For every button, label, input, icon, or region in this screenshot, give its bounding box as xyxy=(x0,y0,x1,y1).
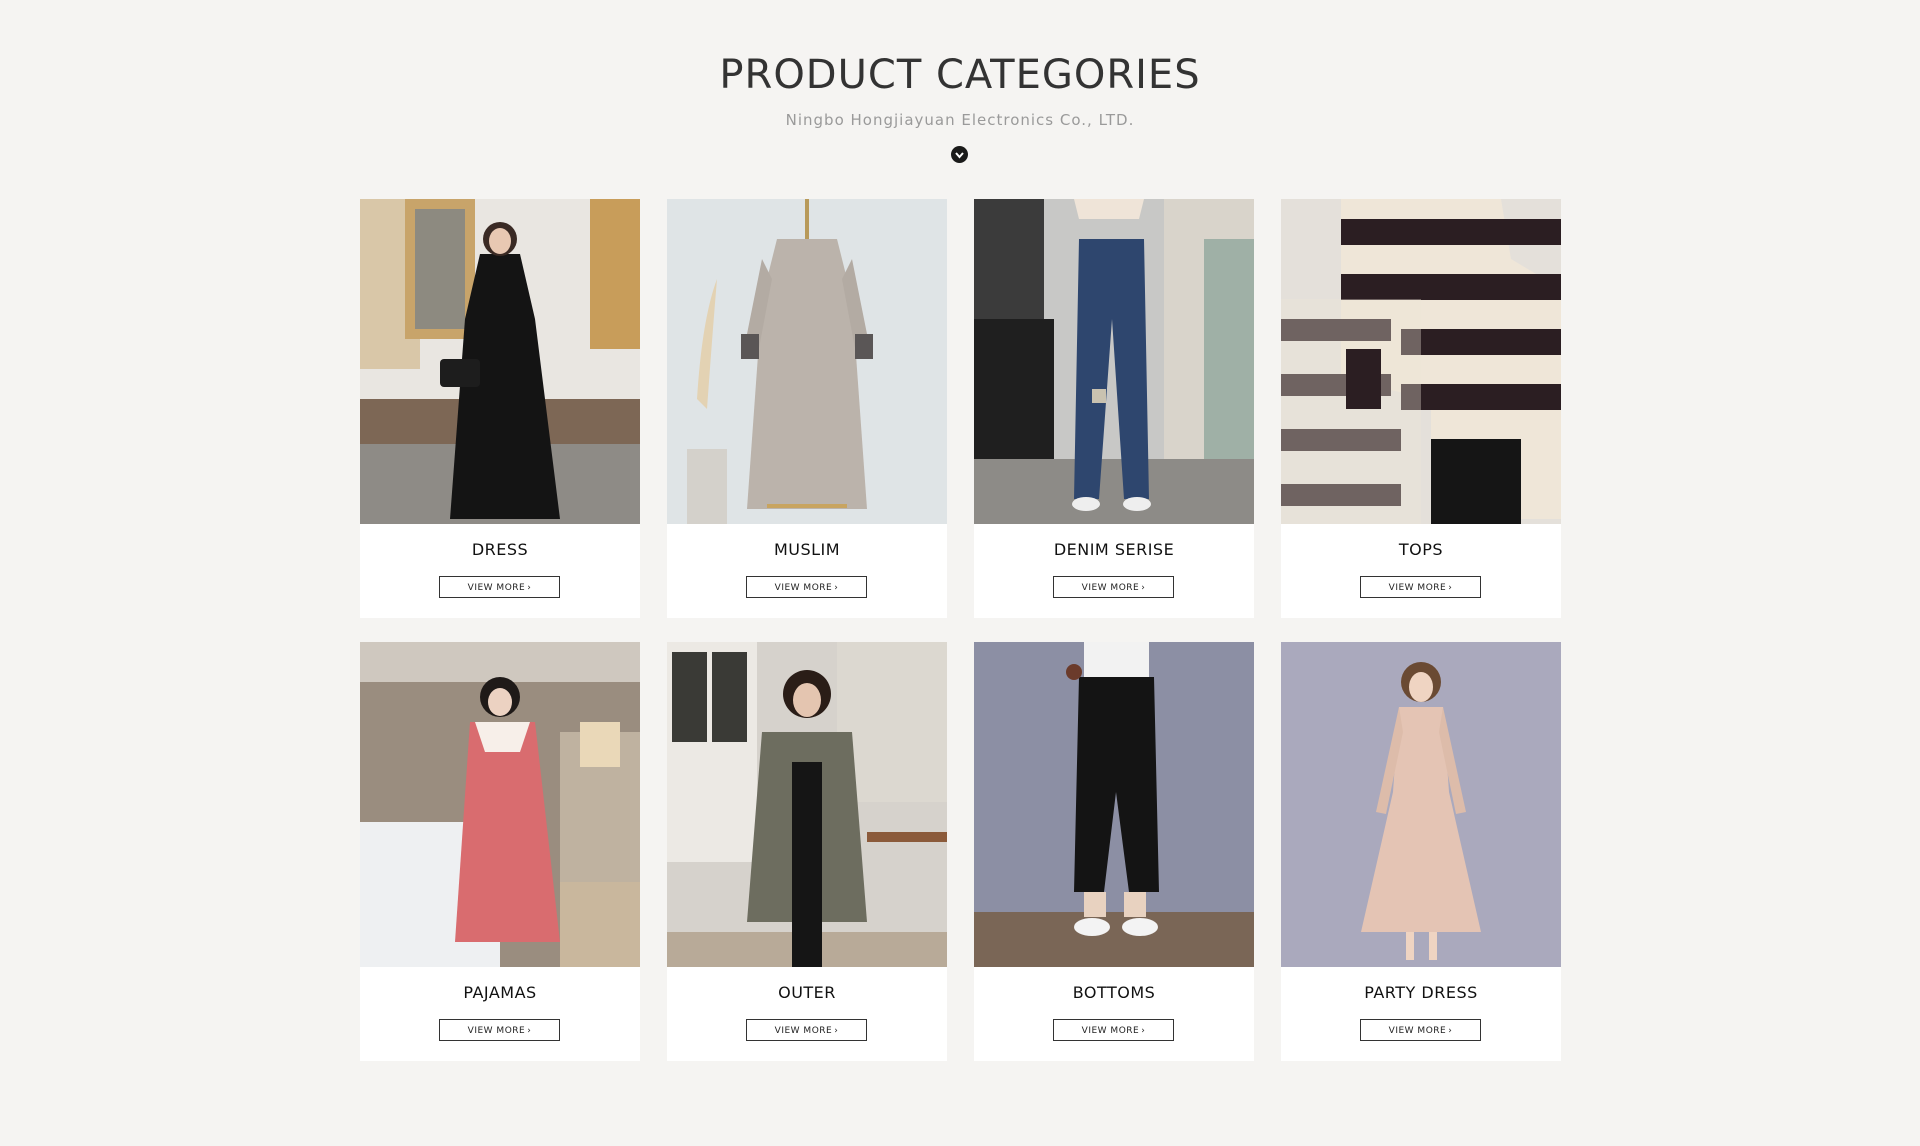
category-name: OUTER xyxy=(778,983,836,1002)
chevron-right-icon: › xyxy=(1448,1026,1453,1036)
category-card-dress[interactable]: DRESS VIEW MORE › xyxy=(360,199,640,618)
category-card-outer[interactable]: OUTER VIEW MORE › xyxy=(667,642,947,1061)
chevron-right-icon: › xyxy=(1141,1026,1146,1036)
chevron-right-icon: › xyxy=(527,1026,532,1036)
category-image-denim-serise[interactable] xyxy=(974,199,1254,524)
scroll-down-button[interactable] xyxy=(951,146,968,163)
category-name: DRESS xyxy=(471,540,529,559)
category-card-pajamas[interactable]: PAJAMAS VIEW MORE › xyxy=(360,642,640,1061)
category-image-party-dress[interactable] xyxy=(1281,642,1561,967)
chevron-right-icon: › xyxy=(834,583,839,593)
category-card-denim-serise[interactable]: DENIM SERISE VIEW MORE › xyxy=(974,199,1254,618)
view-more-button[interactable]: VIEW MORE › xyxy=(1360,1019,1481,1041)
category-card-tops[interactable]: TOPS VIEW MORE › xyxy=(1281,199,1561,618)
view-more-button[interactable]: VIEW MORE › xyxy=(746,576,867,598)
category-card-bottoms[interactable]: BOTTOMS VIEW MORE › xyxy=(974,642,1254,1061)
category-name: TOPS xyxy=(1398,540,1444,559)
category-image-muslim[interactable] xyxy=(667,199,947,524)
category-name: DENIM SERISE xyxy=(1053,540,1175,559)
category-card-muslim[interactable]: MUSLIM VIEW MORE › xyxy=(667,199,947,618)
view-more-button[interactable]: VIEW MORE › xyxy=(1053,576,1174,598)
category-grid: DRESS VIEW MORE › MUSLIM VIEW MORE › DEN… xyxy=(360,199,1561,1061)
category-image-dress[interactable] xyxy=(360,199,640,524)
page-title: PRODUCT CATEGORIES xyxy=(719,52,1201,98)
view-more-button[interactable]: VIEW MORE › xyxy=(439,576,560,598)
category-image-pajamas[interactable] xyxy=(360,642,640,967)
category-image-tops[interactable] xyxy=(1281,199,1561,524)
chevron-right-icon: › xyxy=(1141,583,1146,593)
view-more-button[interactable]: VIEW MORE › xyxy=(439,1019,560,1041)
category-image-outer[interactable] xyxy=(667,642,947,967)
view-more-button[interactable]: VIEW MORE › xyxy=(1053,1019,1174,1041)
company-subtitle: Ningbo Hongjiayuan Electronics Co., LTD. xyxy=(785,111,1135,129)
view-more-button[interactable]: VIEW MORE › xyxy=(746,1019,867,1041)
chevron-right-icon: › xyxy=(1448,583,1453,593)
view-more-button[interactable]: VIEW MORE › xyxy=(1360,576,1481,598)
category-name: PAJAMAS xyxy=(463,983,537,1002)
category-image-bottoms[interactable] xyxy=(974,642,1254,967)
chevron-right-icon: › xyxy=(834,1026,839,1036)
chevron-right-icon: › xyxy=(527,583,532,593)
chevron-down-icon xyxy=(955,152,964,159)
category-name: BOTTOMS xyxy=(1072,983,1156,1002)
category-card-party-dress[interactable]: PARTY DRESS VIEW MORE › xyxy=(1281,642,1561,1061)
category-name: MUSLIM xyxy=(773,540,841,559)
category-name: PARTY DRESS xyxy=(1364,983,1478,1002)
